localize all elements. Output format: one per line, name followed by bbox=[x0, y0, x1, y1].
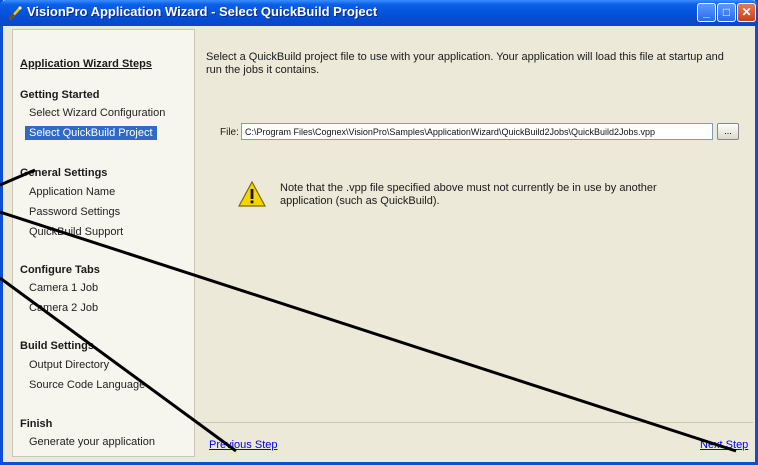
minimize-button[interactable]: _ bbox=[697, 3, 716, 22]
maximize-button[interactable]: □ bbox=[717, 3, 736, 22]
step-select-wizard-configuration[interactable]: Select Wizard Configuration bbox=[29, 107, 165, 119]
warning-text: Note that the .vpp file specified above … bbox=[280, 182, 657, 207]
step-select-quickbuild-project[interactable]: Select QuickBuild Project bbox=[25, 126, 157, 140]
footer-divider bbox=[198, 422, 753, 423]
instructions-text: Select a QuickBuild project file to use … bbox=[206, 51, 724, 76]
step-application-name[interactable]: Application Name bbox=[29, 186, 115, 198]
step-generate-your-application[interactable]: Generate your application bbox=[29, 436, 155, 448]
step-camera-2-job[interactable]: Camera 2 Job bbox=[29, 302, 98, 314]
section-heading-build-settings: Build Settings bbox=[20, 340, 94, 352]
wizard-wand-icon bbox=[9, 6, 22, 20]
section-heading-general-settings: General Settings bbox=[20, 167, 108, 179]
main-panel: Select a QuickBuild project file to use … bbox=[198, 29, 753, 457]
title-bar[interactable]: VisionPro Application Wizard - Select Qu… bbox=[0, 0, 758, 26]
browse-button[interactable]: ... bbox=[717, 123, 739, 140]
step-output-directory[interactable]: Output Directory bbox=[29, 359, 109, 371]
warning-icon bbox=[238, 181, 266, 207]
step-source-code-language[interactable]: Source Code Language bbox=[29, 379, 145, 391]
section-heading-configure-tabs: Configure Tabs bbox=[20, 264, 100, 276]
sidebar-title: Application Wizard Steps bbox=[20, 58, 152, 70]
next-step-link[interactable]: Next Step bbox=[700, 439, 748, 451]
step-camera-1-job[interactable]: Camera 1 Job bbox=[29, 282, 98, 294]
step-password-settings[interactable]: Password Settings bbox=[29, 206, 120, 218]
close-button[interactable]: ✕ bbox=[737, 3, 756, 22]
window-title: VisionPro Application Wizard - Select Qu… bbox=[27, 4, 378, 19]
section-heading-finish: Finish bbox=[20, 418, 53, 430]
step-quickbuild-support[interactable]: QuickBuild Support bbox=[29, 226, 123, 238]
file-label: File: bbox=[220, 127, 239, 138]
wizard-steps-sidebar: Application Wizard Steps Getting Started… bbox=[12, 29, 195, 457]
file-path-input[interactable] bbox=[241, 123, 713, 140]
section-heading-getting-started: Getting Started bbox=[20, 89, 100, 101]
wizard-window: VisionPro Application Wizard - Select Qu… bbox=[0, 0, 758, 465]
previous-step-link[interactable]: Previous Step bbox=[209, 439, 277, 451]
